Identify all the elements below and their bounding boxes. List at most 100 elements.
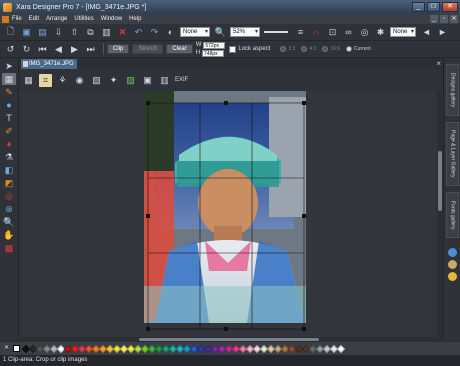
bevel-tool-icon[interactable]: ◩: [2, 177, 16, 189]
push-tool-icon[interactable]: ✋: [2, 229, 16, 241]
transparency-icon[interactable]: ◐: [164, 26, 177, 39]
arrow-start-icon[interactable]: ◄: [420, 26, 433, 39]
zoom-tool-icon[interactable]: 🔍: [2, 216, 16, 228]
color-adjust-icon[interactable]: ▨: [124, 74, 137, 87]
photo-select-icon[interactable]: ▦: [22, 74, 35, 87]
clear-button[interactable]: Clear: [166, 44, 193, 54]
paste-icon[interactable]: ▥: [100, 26, 113, 39]
palette-swatch[interactable]: [336, 344, 346, 353]
blend-tool-icon[interactable]: ◎: [2, 190, 16, 202]
delete-icon[interactable]: ✕: [116, 26, 129, 39]
previous-image-icon[interactable]: ◀: [52, 43, 65, 56]
shadow-tool-icon[interactable]: ◧: [2, 164, 16, 176]
export-icon[interactable]: ⇧: [68, 26, 81, 39]
aspect-16-9-radio[interactable]: 16:9: [322, 46, 340, 52]
photo-tool-icon[interactable]: ▦: [2, 73, 16, 85]
ellipse-tool-icon[interactable]: ●: [2, 99, 16, 111]
snap-icon[interactable]: ⊡: [326, 26, 339, 39]
web-icon[interactable]: ◎: [358, 26, 371, 39]
import-icon[interactable]: ⇩: [52, 26, 65, 39]
designs-gallery-tab[interactable]: Designs gallery: [446, 64, 459, 116]
document-tab-bar: IMG_3471e.JPG * ×: [19, 58, 441, 77]
height-input[interactable]: 748px: [202, 49, 225, 57]
eye-icon[interactable]: ◉: [73, 74, 86, 87]
minimize-button[interactable]: _: [412, 2, 425, 12]
menu-file[interactable]: File: [12, 16, 22, 22]
link-icon[interactable]: ∞: [342, 26, 355, 39]
close-window-button[interactable]: ✕: [442, 2, 458, 12]
fonts-gallery-tab[interactable]: Fonts gallery: [446, 192, 459, 238]
open-folder-icon[interactable]: ▣: [20, 26, 33, 39]
clip-button[interactable]: Clip: [107, 44, 130, 54]
menu-arrange[interactable]: Arrange: [46, 16, 67, 22]
aspect-3-2-radio[interactable]: 3:2: [280, 46, 295, 52]
arrow-end-icon[interactable]: ►: [436, 26, 449, 39]
histogram-icon[interactable]: ▥: [158, 74, 171, 87]
menu-window[interactable]: Window: [101, 16, 122, 22]
width-input[interactable]: 572px: [203, 41, 226, 49]
brightness-icon[interactable]: ✦: [107, 74, 120, 87]
tab-close-icon[interactable]: ×: [436, 58, 441, 69]
lock-aspect-checkbox[interactable]: [229, 45, 237, 53]
copy-icon[interactable]: ⧉: [84, 26, 97, 39]
menu-help[interactable]: Help: [129, 16, 141, 22]
exif-button[interactable]: EXIF: [175, 74, 188, 87]
window-title: Xara Designer Pro 7 - [IMG_3471e.JPG *]: [16, 3, 147, 11]
arrowhead-dropdown[interactable]: None: [390, 27, 416, 37]
bitmap-gallery-icon[interactable]: [448, 248, 457, 257]
stretch-button[interactable]: Stretch: [132, 44, 164, 54]
status-text: 1 Clip-area: Crop or clip images: [3, 357, 88, 363]
foreground-fabric: [144, 286, 306, 323]
doc-minimize-button[interactable]: _: [430, 15, 438, 23]
last-image-icon[interactable]: ⏭: [84, 43, 97, 56]
first-image-icon[interactable]: ⏮: [36, 43, 49, 56]
line-style-icon[interactable]: ≡: [294, 26, 307, 39]
document-canvas[interactable]: [19, 91, 437, 337]
zoom-dropdown[interactable]: 52%: [230, 27, 260, 37]
document-menu-icon[interactable]: [2, 15, 9, 23]
fill-tool-icon[interactable]: ♦: [2, 138, 16, 150]
save-icon[interactable]: ▤: [36, 26, 49, 39]
new-document-icon[interactable]: 🗋: [4, 26, 17, 39]
zoom-icon[interactable]: 🔍: [214, 26, 227, 39]
fill-dropdown[interactable]: None: [180, 27, 210, 37]
redo-icon[interactable]: ↷: [148, 26, 161, 39]
rotate-right-icon[interactable]: ↻: [20, 43, 33, 56]
photo-image[interactable]: [19, 91, 437, 337]
vertical-scroll-thumb[interactable]: [438, 151, 442, 211]
current-color-swatch[interactable]: [13, 345, 20, 352]
red-eye-icon[interactable]: ⚘: [56, 74, 69, 87]
no-color-swatch[interactable]: ✕: [3, 345, 10, 352]
palette-swatches: [21, 344, 346, 353]
rotate-left-icon[interactable]: ↺: [4, 43, 17, 56]
undo-icon[interactable]: ↶: [132, 26, 145, 39]
page-layer-gallery-tab[interactable]: Page & Layer Gallery: [446, 122, 459, 186]
settings-icon[interactable]: ✱: [374, 26, 387, 39]
maximize-button[interactable]: □: [427, 2, 440, 12]
selector-tool-icon[interactable]: ➤: [2, 60, 16, 72]
text-tool-icon[interactable]: T: [2, 112, 16, 124]
main-toolbar: 🗋 ▣ ▤ ⇩ ⇧ ⧉ ▥ ✕ ↶ ↷ ◐ None 🔍 52% ≡ ∩ ⊡ ∞…: [0, 24, 460, 41]
horizontal-scroll-thumb[interactable]: [139, 338, 319, 341]
freehand-tool-icon[interactable]: ✐: [2, 125, 16, 137]
aspect-current-radio[interactable]: Current: [346, 46, 371, 52]
contour-tool-icon[interactable]: ⊛: [2, 203, 16, 215]
frame-gallery-icon[interactable]: [448, 260, 457, 269]
shape-editor-tool-icon[interactable]: ✎: [2, 86, 16, 98]
toolbar-divider: [103, 43, 104, 55]
doc-close-button[interactable]: ✕: [450, 15, 458, 23]
document-tab[interactable]: IMG_3471e.JPG *: [21, 59, 77, 77]
magnet-icon[interactable]: ∩: [310, 26, 323, 39]
clip-area-icon[interactable]: ⌗: [39, 73, 52, 87]
photo-contrast-icon[interactable]: ▣: [141, 74, 154, 87]
doc-restore-button[interactable]: ▫: [440, 15, 448, 23]
enhance-icon[interactable]: ▧: [90, 74, 103, 87]
clipart-gallery-icon[interactable]: [448, 272, 457, 281]
line-width-sample[interactable]: [264, 31, 288, 33]
aspect-4-3-radio[interactable]: 4:3: [301, 46, 316, 52]
next-image-icon[interactable]: ▶: [68, 43, 81, 56]
menu-utilities[interactable]: Utilities: [74, 16, 93, 22]
transparency-tool-icon[interactable]: ⚗: [2, 151, 16, 163]
menu-edit[interactable]: Edit: [29, 16, 39, 22]
live-effects-tool-icon[interactable]: ▩: [2, 242, 16, 254]
